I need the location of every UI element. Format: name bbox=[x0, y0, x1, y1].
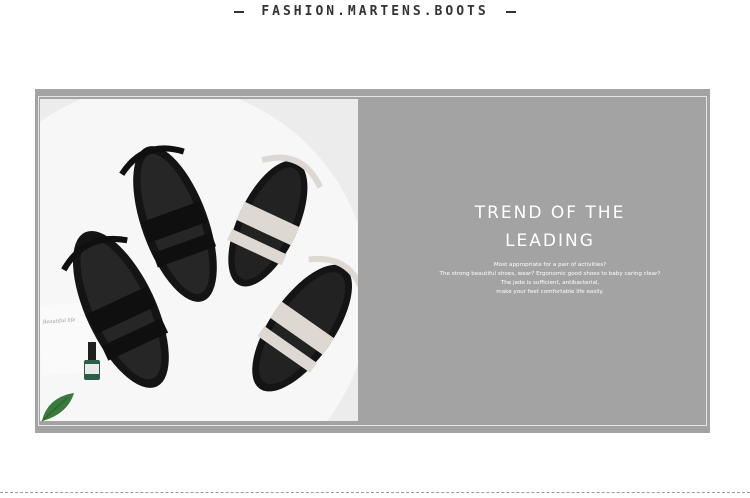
copy-line: The strong beautiful shoes, wear? Ergono… bbox=[439, 271, 661, 277]
banner-text: TREND OF THE LEADING Most appropriate fo… bbox=[405, 199, 695, 297]
beige-sandal-bottom bbox=[252, 255, 358, 392]
promo-banner: Beautiful life TREND OF THE LEADING Most… bbox=[35, 89, 710, 433]
copy-line: make your feet comfortable life easily. bbox=[496, 289, 604, 295]
brand-left-dash bbox=[234, 10, 245, 13]
banner-headline: TREND OF THE LEADING bbox=[405, 199, 695, 255]
copy-line: The jade is sufficient, antibacterial, bbox=[500, 280, 600, 286]
brand-header: FASHION.MARTENS.BOOTS bbox=[0, 4, 750, 19]
headline-line-2: LEADING bbox=[505, 231, 595, 251]
brand-right-dash bbox=[505, 10, 516, 13]
headline-line-1: TREND OF THE bbox=[474, 203, 626, 223]
product-photo: Beautiful life bbox=[40, 99, 358, 421]
copy-line: Most appropriate for a pair of activitie… bbox=[493, 262, 607, 268]
brand-text: FASHION.MARTENS.BOOTS bbox=[261, 4, 489, 19]
banner-copy: Most appropriate for a pair of activitie… bbox=[405, 261, 695, 297]
bottom-divider bbox=[0, 492, 750, 493]
